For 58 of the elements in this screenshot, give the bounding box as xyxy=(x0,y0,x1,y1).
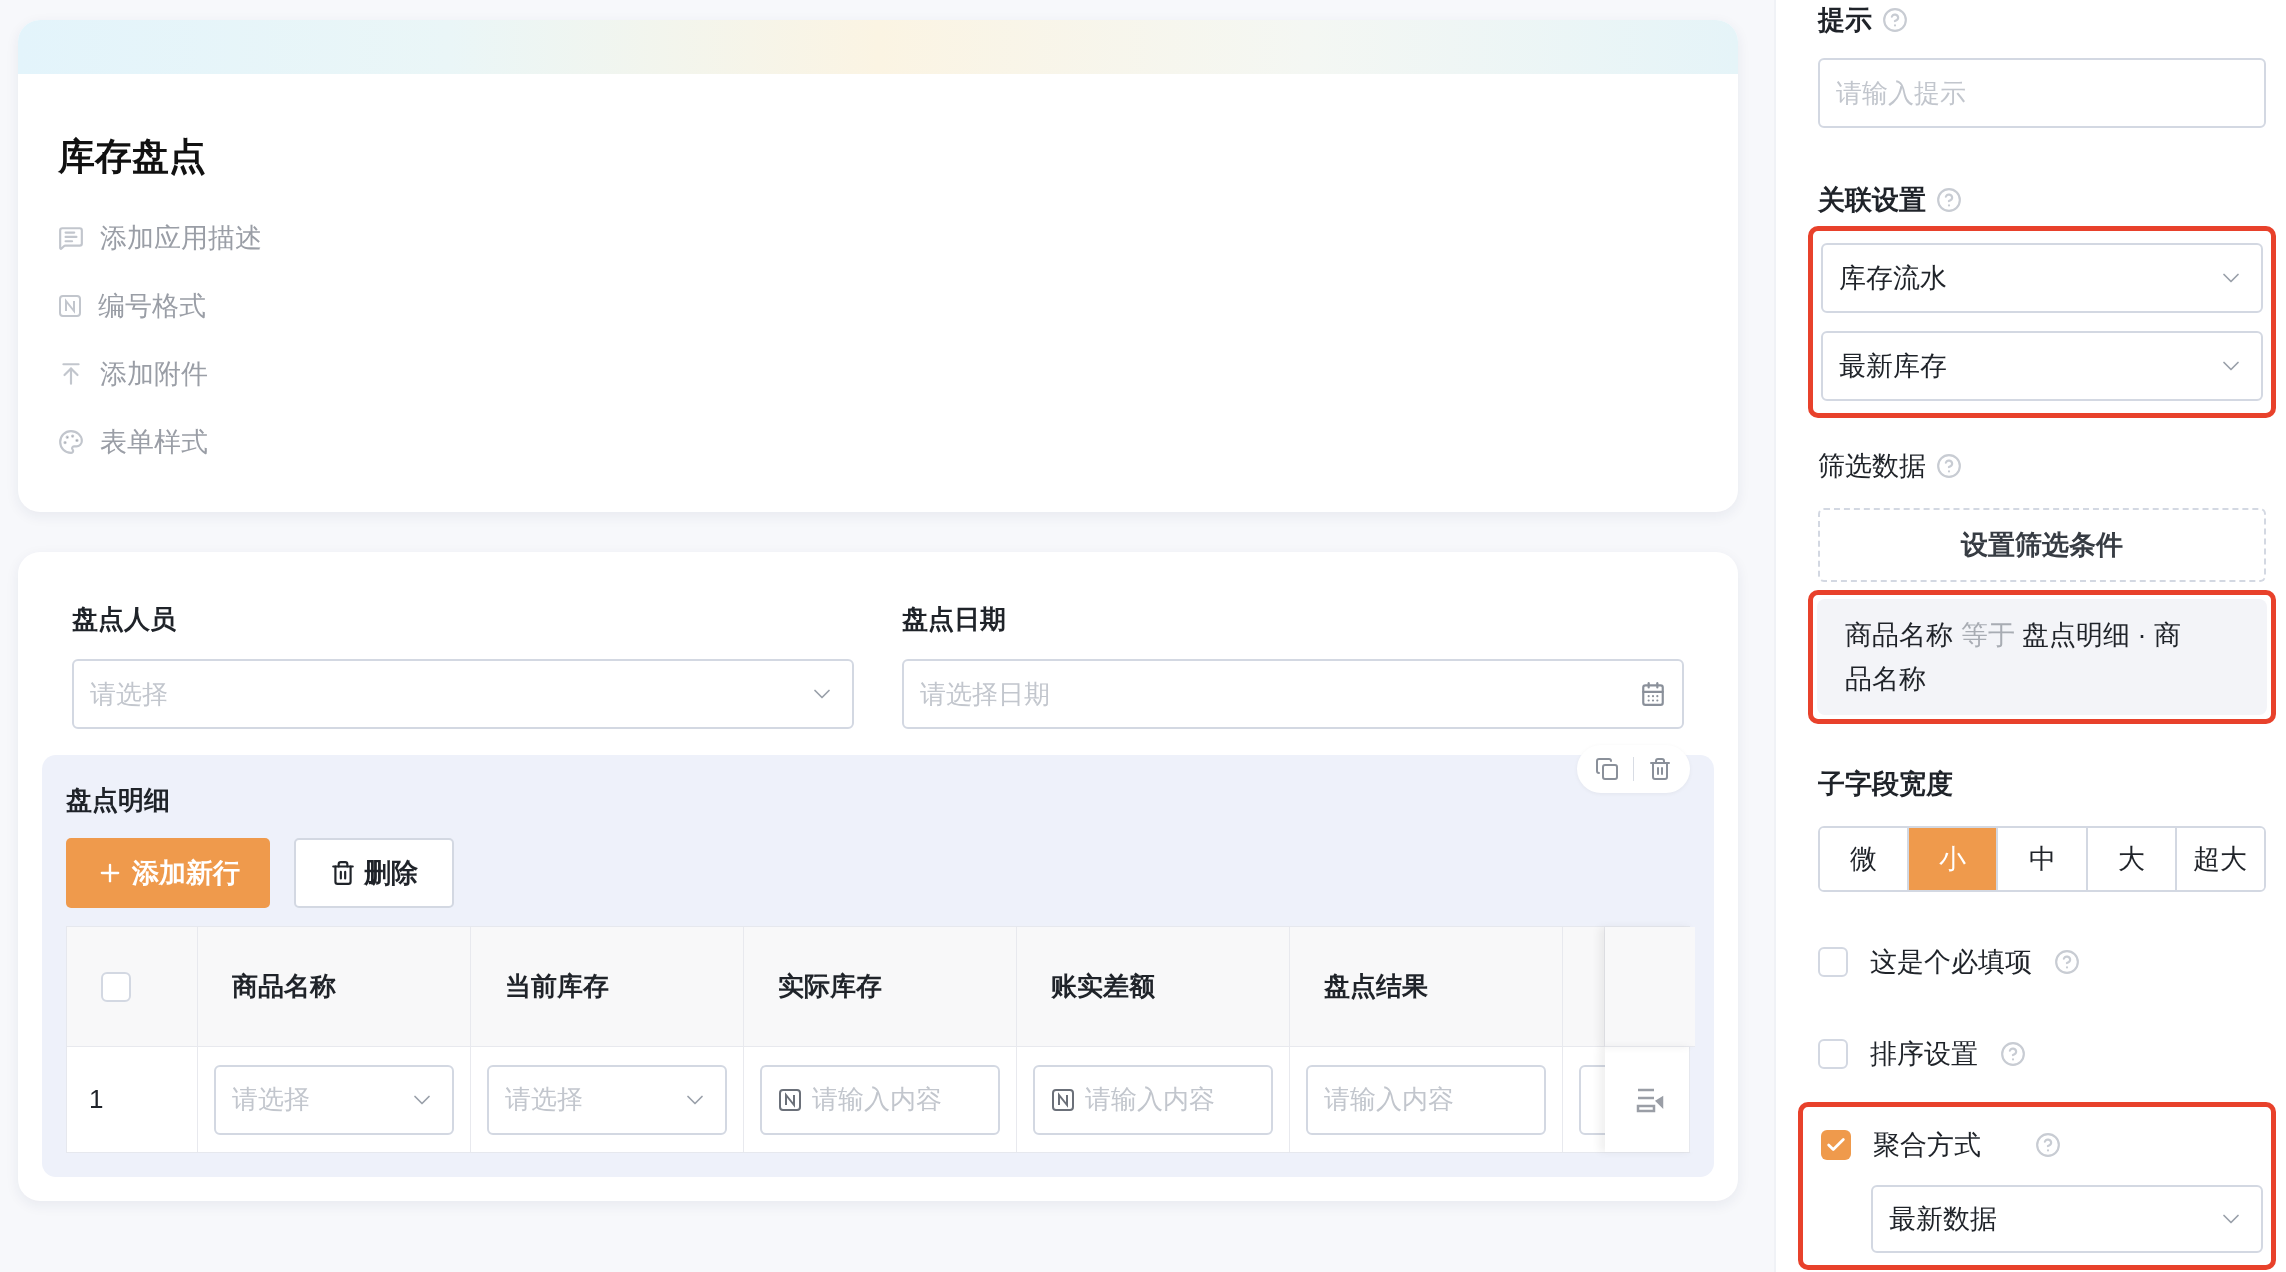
width-option[interactable]: 小 xyxy=(1909,828,1999,890)
copy-icon[interactable] xyxy=(1595,757,1619,781)
trash-icon xyxy=(330,860,356,886)
checkbox[interactable] xyxy=(1821,1130,1851,1160)
comment-icon xyxy=(58,225,84,251)
select-field[interactable]: 最新库存 xyxy=(1821,331,2263,401)
add-row-button[interactable]: 添加新行 xyxy=(66,838,270,908)
setting-label: 筛选数据 xyxy=(1818,450,1926,483)
app-title: 库存盘点 xyxy=(58,135,207,179)
field-label: 盘点人员 xyxy=(72,603,177,636)
setting-label: 提示 xyxy=(1818,4,1872,37)
column-header: 账实差额 xyxy=(1017,927,1290,1047)
number-icon xyxy=(58,294,82,318)
select-field[interactable]: 请选择 xyxy=(487,1064,727,1135)
number-icon xyxy=(778,1087,802,1112)
help-icon xyxy=(1936,453,1962,479)
app-action-link[interactable]: 编号格式 xyxy=(98,288,206,324)
delete-icon[interactable] xyxy=(1648,757,1672,781)
column-header: 商品名称 xyxy=(198,927,471,1047)
filter-condition: 商品名称 等于 盘点明细 · 商品名称 xyxy=(1817,599,2267,715)
option-label: 排序设置 xyxy=(1870,1038,1978,1071)
checkbox[interactable] xyxy=(1818,1039,1848,1069)
help-icon xyxy=(1882,7,1908,33)
app-action-link[interactable]: 添加应用描述 xyxy=(100,220,262,256)
checkbox[interactable] xyxy=(1818,947,1848,977)
row-detail-icon[interactable] xyxy=(1635,1086,1665,1113)
setting-label: 子字段宽度 xyxy=(1818,768,1953,801)
input-field[interactable]: 请输入内容 xyxy=(1033,1064,1273,1135)
app-action-link[interactable]: 添加附件 xyxy=(100,356,208,392)
help-icon xyxy=(2000,1041,2026,1067)
select-field[interactable]: 请选择 xyxy=(72,659,854,729)
help-icon xyxy=(2035,1132,2061,1158)
hint-field[interactable]: 请输入提示 xyxy=(1818,58,2266,128)
calendar-icon xyxy=(1640,681,1666,707)
date-field[interactable]: 请选择日期 xyxy=(902,659,1684,729)
input-field[interactable]: 请输入内容 xyxy=(760,1064,1000,1135)
number-icon xyxy=(1051,1087,1075,1112)
app-action-link[interactable]: 表单样式 xyxy=(100,424,208,460)
width-option[interactable]: 微 xyxy=(1820,828,1910,890)
delete-button[interactable]: 删除 xyxy=(294,838,454,908)
set-filter-button[interactable]: 设置筛选条件 xyxy=(1818,508,2266,582)
column-header: 实际库存 xyxy=(744,927,1017,1047)
column-header: 当前库存 xyxy=(471,927,744,1047)
help-icon xyxy=(1936,187,1962,213)
select-field[interactable]: 请选择 xyxy=(214,1064,454,1135)
column-header: 盘点结果 xyxy=(1290,927,1563,1047)
select-field[interactable]: 库存流水 xyxy=(1821,243,2263,313)
option-label: 聚合方式 xyxy=(1873,1129,1981,1162)
option-label: 这是个必填项 xyxy=(1870,946,2032,979)
palette-icon xyxy=(58,429,84,455)
field-label: 盘点日期 xyxy=(902,603,1007,636)
select-field[interactable]: 最新数据 xyxy=(1871,1185,2263,1253)
setting-label: 关联设置 xyxy=(1818,184,1926,217)
checkbox[interactable] xyxy=(101,971,131,1002)
input-field[interactable]: 请输入内容 xyxy=(1306,1064,1546,1135)
help-icon xyxy=(2054,949,2080,975)
subtable-title: 盘点明细 xyxy=(66,784,171,817)
row-number: 1 xyxy=(88,1084,104,1115)
